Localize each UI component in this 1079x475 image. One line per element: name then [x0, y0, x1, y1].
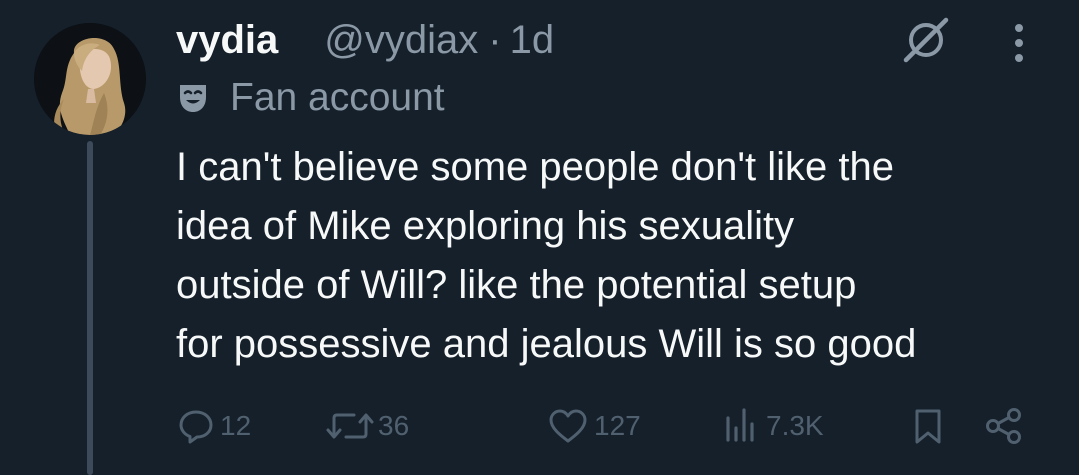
views-button[interactable]: 7.3K	[722, 404, 824, 448]
tweet[interactable]: vydia @vydiax · 1d Fan account I can't b…	[0, 0, 1079, 475]
grok-icon[interactable]	[900, 14, 952, 66]
account-label: Fan account	[176, 74, 445, 122]
reply-button[interactable]: 12	[176, 404, 251, 448]
bookmark-icon	[915, 409, 941, 444]
thread-line	[87, 141, 93, 475]
views-count: 7.3K	[766, 410, 824, 441]
like-count: 127	[594, 410, 641, 441]
author-display-name[interactable]: vydia	[176, 18, 278, 63]
avatar[interactable]	[34, 23, 146, 135]
author-handle[interactable]: @vydiax	[324, 18, 478, 63]
tweet-timestamp[interactable]: 1d	[510, 18, 555, 63]
views-icon	[726, 408, 754, 442]
share-button[interactable]	[984, 404, 1024, 448]
tweet-text-line: outside of Will? like the potential setu…	[176, 263, 857, 307]
action-bar: 12 36 127 7.3K	[176, 404, 1036, 448]
tweet-header: vydia @vydiax · 1d	[176, 14, 554, 66]
bookmark-button[interactable]	[908, 404, 948, 448]
avatar-image	[34, 23, 146, 135]
tweet-text: I can't believe some people don't like t…	[176, 138, 1056, 374]
tweet-text-line: I can't believe some people don't like t…	[176, 145, 894, 189]
repost-button[interactable]: 36	[326, 404, 409, 448]
like-icon	[549, 409, 587, 443]
repost-icon	[326, 413, 374, 439]
theater-mask-icon	[176, 81, 210, 115]
tweet-text-line: for possessive and jealous Will is so go…	[176, 322, 917, 366]
like-button[interactable]: 127	[546, 404, 641, 448]
more-options-icon[interactable]	[1005, 20, 1033, 66]
separator-dot: ·	[488, 17, 502, 62]
reply-icon	[179, 410, 213, 444]
account-label-text: Fan account	[230, 76, 445, 119]
repost-count: 36	[378, 410, 410, 441]
tweet-text-line: idea of Mike exploring his sexuality	[176, 204, 795, 248]
share-icon	[986, 408, 1021, 444]
reply-count: 12	[220, 410, 252, 441]
